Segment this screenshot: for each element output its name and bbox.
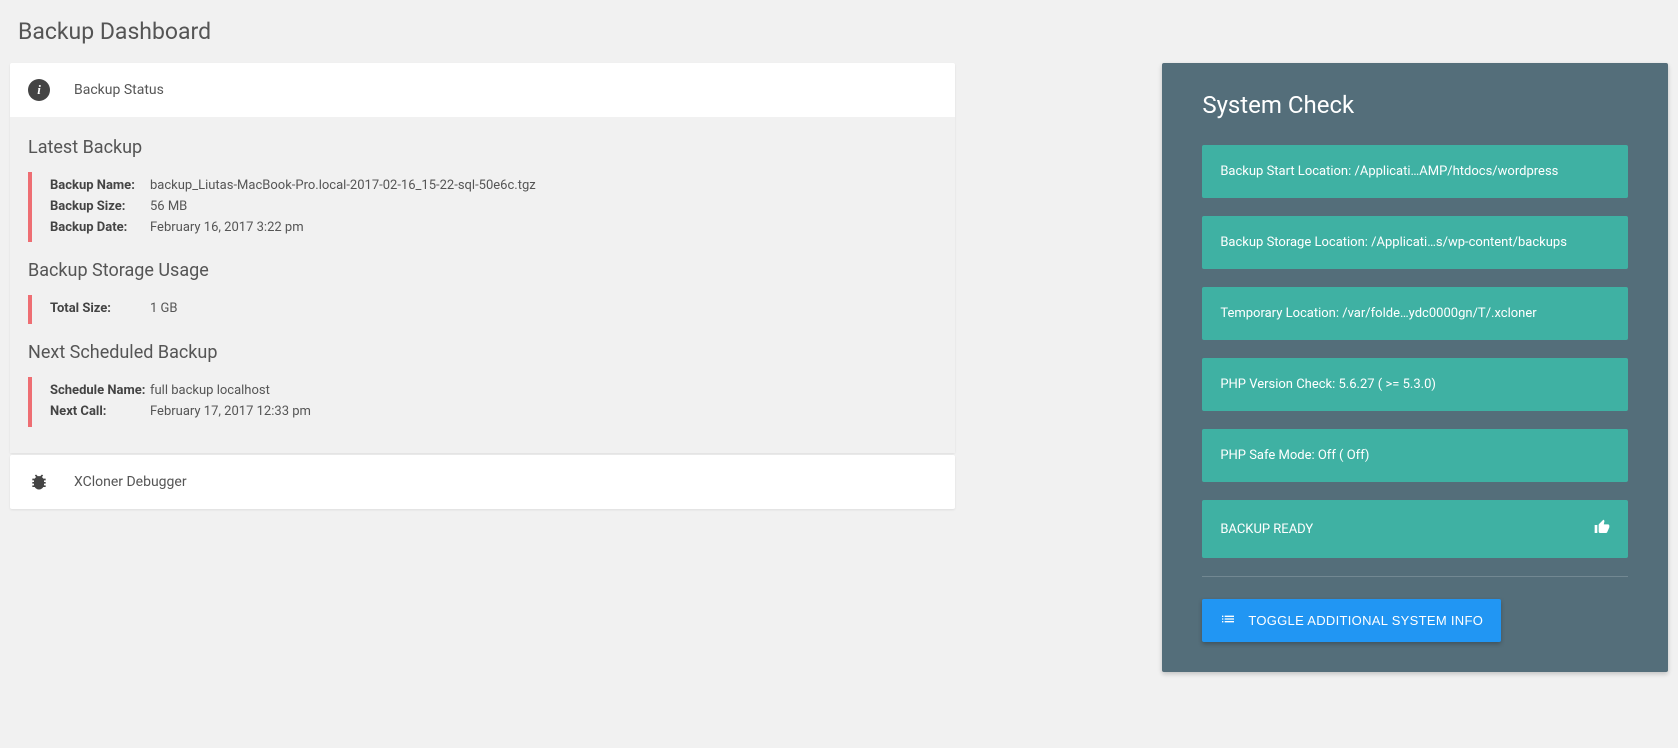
- schedule-name-value: full backup localhost: [150, 381, 270, 402]
- backup-name-value: backup_Liutas-MacBook-Pro.local-2017-02-…: [150, 176, 536, 197]
- info-icon: i: [28, 79, 50, 101]
- check-php-safe-mode: PHP Safe Mode: Off ( Off): [1202, 429, 1628, 482]
- toggle-label: TOGGLE ADDITIONAL SYSTEM INFO: [1248, 613, 1483, 628]
- check-text: PHP Version Check: 5.6.27 ( >= 5.3.0): [1220, 377, 1436, 392]
- backup-status-body: Latest Backup Backup Name: backup_Liutas…: [10, 117, 955, 453]
- bug-icon: [28, 471, 50, 493]
- check-text: Temporary Location: /var/folde…ydc0000gn…: [1220, 306, 1536, 321]
- total-size-label: Total Size:: [50, 299, 150, 320]
- backup-status-header[interactable]: i Backup Status: [10, 63, 955, 117]
- next-call-value: February 17, 2017 12:33 pm: [150, 402, 311, 423]
- list-icon: [1220, 611, 1234, 630]
- latest-backup-block: Backup Name: backup_Liutas-MacBook-Pro.l…: [28, 172, 937, 242]
- total-size-value: 1 GB: [150, 299, 178, 320]
- backup-status-panel: i Backup Status Latest Backup Backup Nam…: [10, 63, 955, 453]
- check-php-version: PHP Version Check: 5.6.27 ( >= 5.3.0): [1202, 358, 1628, 411]
- page-title: Backup Dashboard: [0, 0, 1678, 63]
- divider: [1202, 576, 1628, 577]
- backup-size-value: 56 MB: [150, 197, 187, 218]
- check-text: PHP Safe Mode: Off ( Off): [1220, 448, 1369, 463]
- next-scheduled-heading: Next Scheduled Backup: [28, 342, 937, 363]
- system-check-card: System Check Backup Start Location: /App…: [1162, 63, 1668, 672]
- backup-name-label: Backup Name:: [50, 176, 150, 197]
- backup-date-label: Backup Date:: [50, 218, 150, 239]
- check-text: BACKUP READY: [1220, 522, 1313, 537]
- check-backup-start-location: Backup Start Location: /Applicati…AMP/ht…: [1202, 145, 1628, 198]
- check-text: Backup Storage Location: /Applicati…s/wp…: [1220, 235, 1567, 250]
- debugger-panel: XCloner Debugger: [10, 455, 955, 509]
- thumbs-up-icon: [1594, 519, 1610, 539]
- next-scheduled-block: Schedule Name: full backup localhost Nex…: [28, 377, 937, 427]
- check-backup-ready: BACKUP READY: [1202, 500, 1628, 558]
- latest-backup-heading: Latest Backup: [28, 137, 937, 158]
- backup-size-label: Backup Size:: [50, 197, 150, 218]
- schedule-name-label: Schedule Name:: [50, 381, 150, 402]
- backup-date-value: February 16, 2017 3:22 pm: [150, 218, 304, 239]
- debugger-header[interactable]: XCloner Debugger: [10, 455, 955, 509]
- debugger-title: XCloner Debugger: [74, 474, 187, 490]
- backup-status-title: Backup Status: [74, 82, 164, 98]
- toggle-system-info-button[interactable]: TOGGLE ADDITIONAL SYSTEM INFO: [1202, 599, 1501, 642]
- check-backup-storage-location: Backup Storage Location: /Applicati…s/wp…: [1202, 216, 1628, 269]
- storage-usage-block: Total Size: 1 GB: [28, 295, 937, 324]
- check-text: Backup Start Location: /Applicati…AMP/ht…: [1220, 164, 1558, 179]
- next-call-label: Next Call:: [50, 402, 150, 423]
- system-check-title: System Check: [1202, 91, 1628, 119]
- check-temporary-location: Temporary Location: /var/folde…ydc0000gn…: [1202, 287, 1628, 340]
- storage-usage-heading: Backup Storage Usage: [28, 260, 937, 281]
